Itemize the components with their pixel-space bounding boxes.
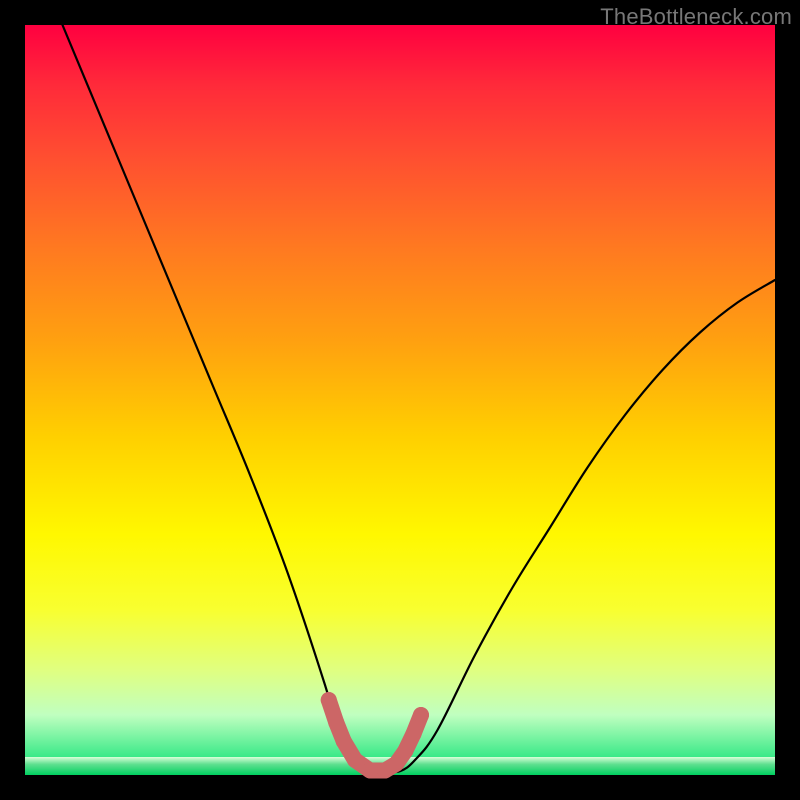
valley-marker-dot — [336, 733, 352, 749]
plot-area — [25, 25, 775, 775]
valley-marker-dot — [397, 743, 413, 759]
chart-frame: TheBottleneck.com — [0, 0, 800, 800]
valley-marker-dot — [347, 752, 363, 768]
curve-layer — [25, 25, 775, 775]
valley-marker-dot — [328, 715, 344, 731]
valley-marker-dot — [413, 707, 429, 723]
valley-marker-dot — [321, 692, 337, 708]
valley-marker-dot — [362, 763, 378, 779]
valley-marker-dot — [406, 726, 422, 742]
bottleneck-curve — [63, 25, 776, 772]
valley-markers — [321, 692, 429, 779]
